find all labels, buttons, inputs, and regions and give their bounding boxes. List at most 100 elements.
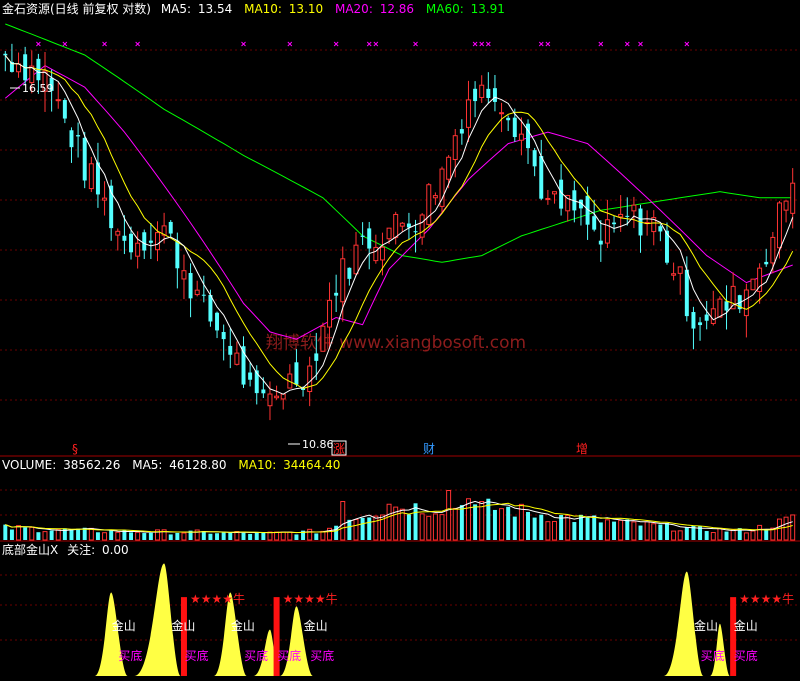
event-marker-4[interactable]: 增 [576, 442, 588, 456]
volume-bar-1 [9, 529, 14, 540]
candle-body-17 [115, 230, 121, 236]
volume-bar-118 [783, 516, 789, 541]
price-legend: 金石资源(日线 前复权 对数) MA5: 13.54 MA10: 13.10 M… [2, 1, 505, 16]
volume-ma5-value: 46128.80 [169, 458, 226, 472]
candle-body-60 [399, 222, 405, 227]
candle-64 [426, 182, 432, 228]
volume-legend: VOLUME: 38562.26 MA5: 46128.80 MA10: 344… [2, 458, 340, 472]
volume-bar-115 [764, 529, 769, 540]
candle-body-20 [135, 242, 141, 257]
signal-stars-1: ★★★★牛 [283, 591, 338, 606]
ma20-label: MA20: [335, 2, 373, 16]
volume-bar-83 [552, 520, 557, 541]
candle-body-113 [750, 278, 756, 291]
candle-body-112 [743, 289, 749, 317]
candle-body-39 [261, 389, 266, 394]
candle-12 [82, 131, 87, 189]
candle-body-102 [677, 266, 683, 274]
candle-body-59 [393, 213, 399, 238]
volume-bar-117 [776, 518, 782, 541]
candle-body-89 [592, 216, 597, 230]
volume-bar-81 [539, 514, 544, 540]
candle-body-95 [631, 204, 637, 212]
candle-body-13 [88, 163, 94, 190]
candle-body-78 [518, 133, 524, 141]
volume-bar-114 [757, 524, 763, 541]
volume-bar-75 [499, 508, 505, 541]
candle-body-54 [360, 235, 365, 237]
candle-body-19 [129, 233, 134, 253]
stock-chart: 金石资源(日线 前复权 对数) MA5: 13.54 MA10: 13.10 M… [0, 0, 800, 681]
volume-bar-52 [347, 519, 352, 540]
candle-body-10 [69, 130, 74, 148]
ma20-value: 12.86 [380, 2, 414, 16]
indicator-label-0: 金山 [112, 618, 136, 633]
candle-body-64 [426, 184, 432, 225]
volume-bar-109 [724, 531, 729, 540]
candle-body-34 [228, 345, 233, 355]
volume-label: VOLUME: [2, 458, 56, 472]
signal-stars-2: ★★★★牛 [739, 591, 794, 606]
volume-bar-103 [684, 527, 689, 540]
candle-body-106 [704, 314, 709, 321]
volume-bar-38 [254, 531, 259, 540]
volume-bar-15 [102, 532, 108, 541]
candle-body-12 [82, 137, 87, 181]
candle-body-109 [724, 301, 729, 311]
indicator-focus-value: 0.00 [102, 543, 129, 557]
volume-bar-101 [671, 530, 677, 541]
volume-bar-60 [399, 508, 405, 541]
candle-body-93 [618, 213, 624, 218]
candle-body-69 [459, 129, 464, 134]
event-marker-3[interactable]: 财 [423, 442, 435, 456]
candle-body-118 [783, 200, 789, 211]
volume-bar-56 [373, 515, 379, 541]
volume-bar-43 [287, 531, 293, 541]
candle-body-11 [76, 135, 81, 137]
candle-body-108 [717, 298, 723, 318]
candle-body-33 [221, 332, 226, 340]
indicator-focus-label: 关注: [67, 542, 95, 557]
event-marker-2[interactable]: 涨 [333, 441, 345, 456]
candle-body-105 [698, 322, 703, 326]
volume-bar-30 [201, 531, 206, 540]
candle-48 [320, 322, 326, 352]
volume-bar-77 [512, 516, 517, 540]
candle-body-58 [386, 227, 392, 240]
volume-bar-26 [175, 532, 180, 540]
indicator-label-1: 买底 [118, 648, 142, 663]
candle-body-70 [465, 99, 471, 128]
candle-body-104 [691, 312, 696, 329]
volume-bar-14 [95, 532, 100, 540]
candle-body-99 [658, 226, 663, 232]
volume-bar-92 [612, 521, 617, 540]
candle-body-65 [432, 195, 438, 199]
signal-bar-2 [730, 597, 737, 676]
volume-bar-58 [386, 503, 392, 541]
candle-66 [439, 166, 445, 214]
volume-bar-5 [36, 532, 41, 540]
candle-body-50 [334, 292, 339, 296]
candle-body-31 [208, 294, 213, 322]
candle-body-82 [545, 197, 551, 200]
candle-body-94 [625, 215, 630, 217]
candle-body-46 [307, 365, 313, 393]
volume-bar-55 [367, 517, 372, 540]
volume-ma10-value: 34464.40 [283, 458, 340, 472]
candle-body-67 [446, 156, 452, 180]
volume-bar-13 [88, 527, 94, 541]
candle-body-117 [776, 202, 782, 249]
candle-body-55 [367, 228, 372, 249]
volume-bar-71 [473, 504, 478, 540]
volume-bar-102 [677, 530, 683, 541]
candle-body-8 [55, 99, 61, 102]
candle-108 [717, 296, 723, 318]
candle-body-80 [532, 150, 537, 167]
volume-bar-84 [559, 515, 564, 540]
candle-body-119 [790, 182, 796, 214]
volume-bar-36 [241, 532, 246, 540]
candle-body-101 [671, 273, 677, 276]
event-marker-1[interactable]: § [72, 442, 78, 456]
volume-bar-79 [526, 511, 531, 540]
indicator-label-11: 金山 [734, 618, 758, 633]
